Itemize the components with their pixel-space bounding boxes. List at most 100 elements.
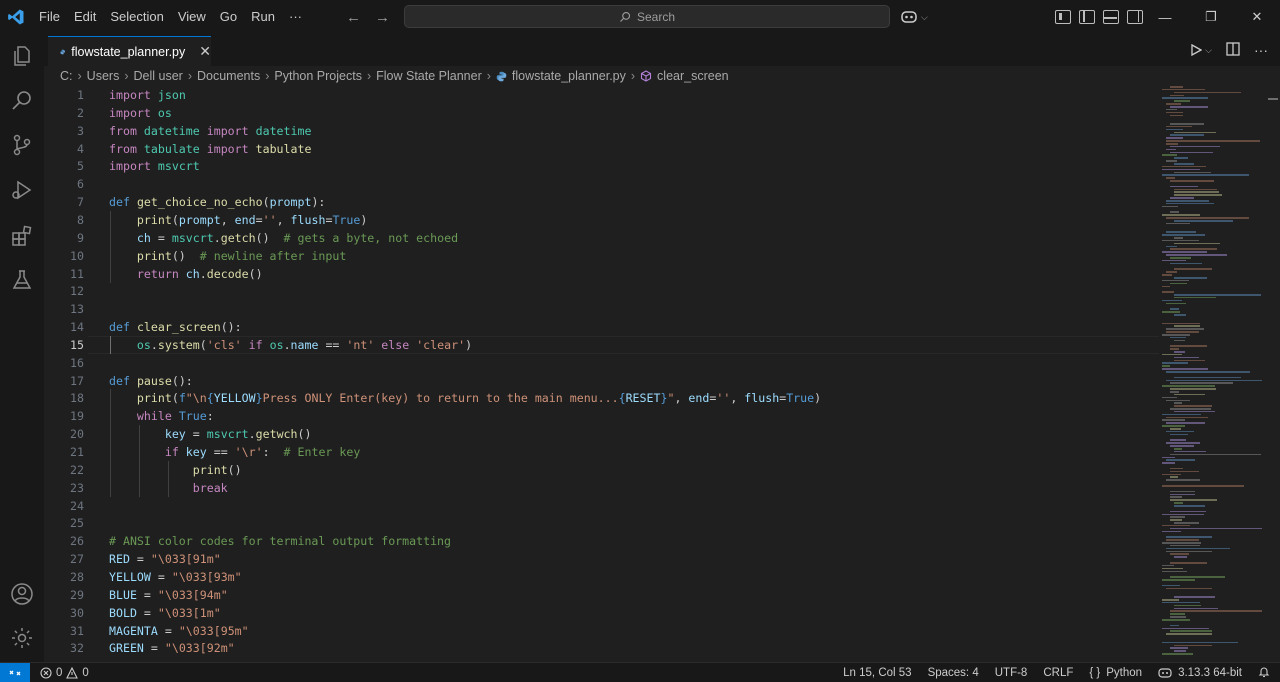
- code-line[interactable]: 11 return ch.decode(): [44, 264, 1159, 283]
- minimap-line: [1162, 279, 1190, 282]
- vertical-scrollbar[interactable]: [1268, 86, 1280, 662]
- testing-icon[interactable]: [8, 266, 36, 294]
- minimap-line: [1166, 331, 1199, 333]
- toggle-secondary-sidebar-icon[interactable]: [1127, 10, 1143, 24]
- menu-selection[interactable]: Selection: [103, 0, 170, 34]
- minimize-icon[interactable]: —: [1142, 0, 1188, 34]
- line-number: 26: [70, 534, 84, 549]
- indentation[interactable]: Spaces: 4: [928, 667, 979, 679]
- menu-view[interactable]: View: [171, 0, 213, 34]
- language-mode[interactable]: { } Python: [1089, 667, 1142, 679]
- vscode-logo-icon: [0, 0, 32, 34]
- extensions-icon[interactable]: [8, 222, 36, 250]
- code-line[interactable]: 15 os.system('cls' if os.name == 'nt' el…: [44, 335, 1159, 354]
- code-line[interactable]: 6: [44, 175, 1159, 193]
- source-control-icon[interactable]: [8, 131, 36, 159]
- code-line[interactable]: 30 BOLD = "\033[1m": [44, 604, 1159, 622]
- breadcrumb-documents[interactable]: Documents: [197, 69, 260, 83]
- minimap-line: [1174, 268, 1213, 270]
- menu-edit[interactable]: Edit: [67, 0, 103, 34]
- back-arrow-icon[interactable]: ←: [346, 9, 361, 26]
- minimap-line: [1162, 584, 1181, 587]
- run-debug-icon[interactable]: [8, 176, 36, 204]
- settings-gear-icon[interactable]: [8, 624, 36, 652]
- code-line[interactable]: 22 print(): [44, 460, 1159, 479]
- code-line[interactable]: 32 GREEN = "\033[92m": [44, 639, 1159, 657]
- code-line[interactable]: 26 # ANSI color codes for terminal output…: [44, 532, 1159, 550]
- code-text: YELLOW = "\033[93m": [109, 569, 242, 584]
- run-python-file-icon[interactable]: ⌵: [1190, 44, 1212, 56]
- problems-indicator[interactable]: 0 0: [40, 666, 89, 679]
- code-line[interactable]: 16: [44, 354, 1159, 372]
- menu-go[interactable]: Go: [213, 0, 244, 34]
- code-line[interactable]: 10 print() # newline after input: [44, 246, 1159, 265]
- code-line[interactable]: 19 while True:: [44, 407, 1159, 426]
- end-of-line[interactable]: CRLF: [1043, 667, 1073, 679]
- status-bar: 0 0 Ln 15, Col 53 Spaces: 4 UTF-8 CRLF {…: [0, 662, 1280, 682]
- code-line[interactable]: 14 def clear_screen():: [44, 318, 1159, 336]
- command-center-search[interactable]: Search: [404, 5, 890, 28]
- code-line[interactable]: 12: [44, 282, 1159, 300]
- code-line[interactable]: 25: [44, 514, 1159, 532]
- minimap-line: [1174, 556, 1187, 558]
- code-line[interactable]: 13: [44, 300, 1159, 318]
- toggle-panel-icon[interactable]: [1103, 10, 1119, 24]
- search-view-icon[interactable]: [8, 86, 36, 114]
- code-line[interactable]: 31 MAGENTA = "\033[95m": [44, 622, 1159, 640]
- minimap-line: [1162, 524, 1190, 527]
- code-text: def get_choice_no_echo(prompt):: [109, 195, 326, 210]
- breadcrumb-flow-state-planner[interactable]: Flow State Planner: [376, 69, 482, 83]
- line-number: 20: [70, 427, 84, 442]
- python-interpreter[interactable]: 3.13.3 64-bit: [1158, 667, 1242, 679]
- code-line[interactable]: 29 BLUE = "\033[94m": [44, 586, 1159, 604]
- code-editor[interactable]: 1 import json 2 import os 3 from datetime imp…: [44, 86, 1159, 662]
- code-line[interactable]: 9 ch = msvcrt.getch() # gets a byte, not…: [44, 228, 1159, 247]
- minimap-line: [1174, 294, 1261, 296]
- notifications-bell-icon[interactable]: [1258, 666, 1270, 681]
- breadcrumb-drive[interactable]: C:: [60, 69, 73, 83]
- copilot-button[interactable]: ⌵: [900, 0, 928, 34]
- more-actions-icon[interactable]: ···: [1254, 42, 1268, 58]
- code-line[interactable]: 7 def get_choice_no_echo(prompt):: [44, 193, 1159, 211]
- breadcrumb-python-projects[interactable]: Python Projects: [274, 69, 362, 83]
- forward-arrow-icon[interactable]: →: [375, 9, 390, 26]
- code-line[interactable]: 24: [44, 497, 1159, 515]
- code-line[interactable]: 17 def pause():: [44, 372, 1159, 390]
- tab-flowstate-planner[interactable]: flowstate_planner.py ✕: [48, 36, 211, 66]
- account-icon[interactable]: [8, 580, 36, 608]
- remote-indicator-icon[interactable]: [0, 662, 30, 682]
- code-line[interactable]: 8 print(prompt, end='', flush=True): [44, 210, 1159, 229]
- chevron-right-icon: ›: [630, 69, 636, 83]
- minimap-line: [1174, 296, 1216, 299]
- split-editor-icon[interactable]: [1226, 41, 1240, 59]
- restore-icon[interactable]: ❐: [1188, 0, 1234, 34]
- minimap-line: [1166, 442, 1201, 444]
- minimap[interactable]: [1159, 86, 1269, 662]
- explorer-icon[interactable]: [8, 42, 36, 70]
- code-line[interactable]: 5 import msvcrt: [44, 157, 1159, 175]
- close-window-icon[interactable]: ✕: [1234, 0, 1280, 34]
- encoding[interactable]: UTF-8: [995, 667, 1028, 679]
- code-line[interactable]: 3 from datetime import datetime: [44, 122, 1159, 140]
- code-line[interactable]: 4 from tabulate import tabulate: [44, 140, 1159, 158]
- menu-more[interactable]: ···: [282, 0, 309, 34]
- code-line[interactable]: 18 print(f"\n{YELLOW}Press ONLY Enter(ke…: [44, 389, 1159, 408]
- close-tab-icon[interactable]: ✕: [199, 43, 211, 60]
- breadcrumb-users[interactable]: Users: [87, 69, 120, 83]
- breadcrumb-symbol[interactable]: clear_screen: [657, 69, 729, 83]
- breadcrumb-file[interactable]: flowstate_planner.py: [512, 69, 626, 83]
- code-line[interactable]: 23 break: [44, 478, 1159, 497]
- code-line[interactable]: 1 import json: [44, 86, 1159, 104]
- menu-file[interactable]: File: [32, 0, 67, 34]
- code-line[interactable]: 27 RED = "\033[91m": [44, 550, 1159, 568]
- cursor-position[interactable]: Ln 15, Col 53: [843, 667, 911, 679]
- menu-run[interactable]: Run: [244, 0, 282, 34]
- code-line[interactable]: 28 YELLOW = "\033[93m": [44, 568, 1159, 586]
- toggle-primary-sidebar-icon[interactable]: [1079, 10, 1095, 24]
- customize-layout-icon[interactable]: [1055, 10, 1071, 24]
- code-line[interactable]: 2 import os: [44, 104, 1159, 122]
- breadcrumb-user[interactable]: Dell user: [134, 69, 183, 83]
- code-line[interactable]: 21 if key == '\r': # Enter key: [44, 443, 1159, 461]
- code-line[interactable]: 20 key = msvcrt.getwch(): [44, 425, 1159, 444]
- minimap-line: [1170, 527, 1262, 530]
